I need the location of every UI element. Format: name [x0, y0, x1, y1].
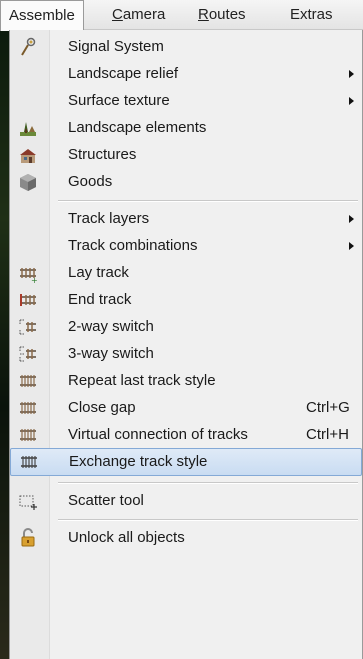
submenu-arrow-icon	[349, 215, 354, 223]
menu-routes-label: outes	[208, 6, 246, 23]
menu-assemble[interactable]: Assemble	[0, 0, 84, 31]
menu-item-label: Close gap	[68, 399, 136, 416]
submenu-arrow-icon	[349, 97, 354, 105]
lay-track-icon: +	[18, 263, 38, 285]
menu-item-end-track[interactable]: End track	[10, 287, 362, 313]
three-way-switch-icon	[18, 344, 38, 364]
menu-separator	[58, 200, 358, 201]
menu-item-track-combinations[interactable]: Track combinations	[10, 233, 362, 259]
menu-item-shortcut: Ctrl+H	[306, 426, 349, 443]
menu-assemble-label: Assemble	[9, 7, 75, 24]
scatter-tool-icon	[18, 491, 38, 511]
menu-item-track-layers[interactable]: Track layers	[10, 206, 362, 232]
menu-extras[interactable]: Extras	[282, 0, 341, 30]
menu-item-close-gap[interactable]: Close gap Ctrl+G	[10, 395, 362, 421]
menu-routes[interactable]: Routes	[190, 0, 254, 30]
assemble-dropdown-menu: Signal System Landscape relief Surface t…	[9, 30, 363, 659]
menu-item-label: Exchange track style	[69, 453, 208, 470]
menu-item-lay-track[interactable]: + Lay track	[10, 260, 362, 286]
menu-item-exchange-track-style[interactable]: Exchange track style	[10, 448, 362, 476]
menu-item-label: Virtual connection of tracks	[68, 426, 248, 443]
menu-item-label: Track combinations	[68, 237, 198, 254]
menu-item-three-way-switch[interactable]: 3-way switch	[10, 341, 362, 367]
menu-item-signal-system[interactable]: Signal System	[10, 34, 362, 60]
menu-item-label: Surface texture	[68, 92, 170, 109]
menu-item-label: Structures	[68, 146, 137, 163]
menu-item-landscape-elements[interactable]: Landscape elements	[10, 115, 362, 141]
menu-camera[interactable]: Camera	[104, 0, 173, 30]
svg-text:+: +	[31, 276, 38, 283]
menu-item-label: Track layers	[68, 210, 150, 227]
menu-item-goods[interactable]: Goods	[10, 169, 362, 195]
menu-camera-label: amera	[122, 6, 166, 23]
menu-item-landscape-relief[interactable]: Landscape relief	[10, 61, 362, 87]
menu-bar: Assemble Camera Routes Extras	[0, 0, 363, 31]
menu-item-surface-texture[interactable]: Surface texture	[10, 88, 362, 114]
two-way-switch-icon	[18, 317, 38, 337]
goods-icon	[18, 172, 38, 192]
signal-icon	[18, 37, 38, 57]
submenu-arrow-icon	[349, 70, 354, 78]
virtual-connection-icon	[18, 425, 38, 445]
menu-item-shortcut: Ctrl+G	[306, 399, 350, 416]
menu-item-label: Lay track	[68, 264, 129, 281]
menu-separator	[58, 482, 358, 483]
menu-camera-mnemonic: C	[112, 6, 123, 23]
menu-item-label: 3-way switch	[68, 345, 154, 362]
menu-item-label: 2-way switch	[68, 318, 154, 335]
repeat-track-icon	[18, 371, 38, 391]
menu-item-label: Unlock all objects	[68, 529, 185, 546]
menu-item-label: Landscape elements	[68, 119, 207, 136]
menu-item-scatter-tool[interactable]: Scatter tool	[10, 488, 362, 514]
menu-separator	[58, 519, 358, 520]
menu-item-label: Scatter tool	[68, 492, 144, 509]
end-track-icon	[18, 290, 38, 310]
menu-item-virtual-connection[interactable]: Virtual connection of tracks Ctrl+H	[10, 422, 362, 448]
submenu-arrow-icon	[349, 242, 354, 250]
menu-item-structures[interactable]: Structures	[10, 142, 362, 168]
menu-extras-label: Extras	[290, 6, 333, 23]
menu-item-repeat-last-track-style[interactable]: Repeat last track style	[10, 368, 362, 394]
menu-item-label: Landscape relief	[68, 65, 179, 82]
menu-item-label: End track	[68, 291, 132, 308]
unlock-icon	[18, 528, 38, 548]
menu-item-two-way-switch[interactable]: 2-way switch	[10, 314, 362, 340]
menu-item-label: Goods	[68, 173, 113, 190]
background-window-edge	[0, 30, 9, 659]
exchange-track-icon	[19, 452, 39, 472]
structures-icon	[18, 145, 38, 165]
menu-item-label: Signal System	[68, 38, 164, 55]
menu-routes-mnemonic: R	[198, 6, 209, 23]
menu-item-label: Repeat last track style	[68, 372, 216, 389]
landscape-elements-icon	[18, 118, 38, 138]
menu-item-unlock-all-objects[interactable]: Unlock all objects	[10, 525, 362, 551]
close-gap-icon	[18, 398, 38, 418]
